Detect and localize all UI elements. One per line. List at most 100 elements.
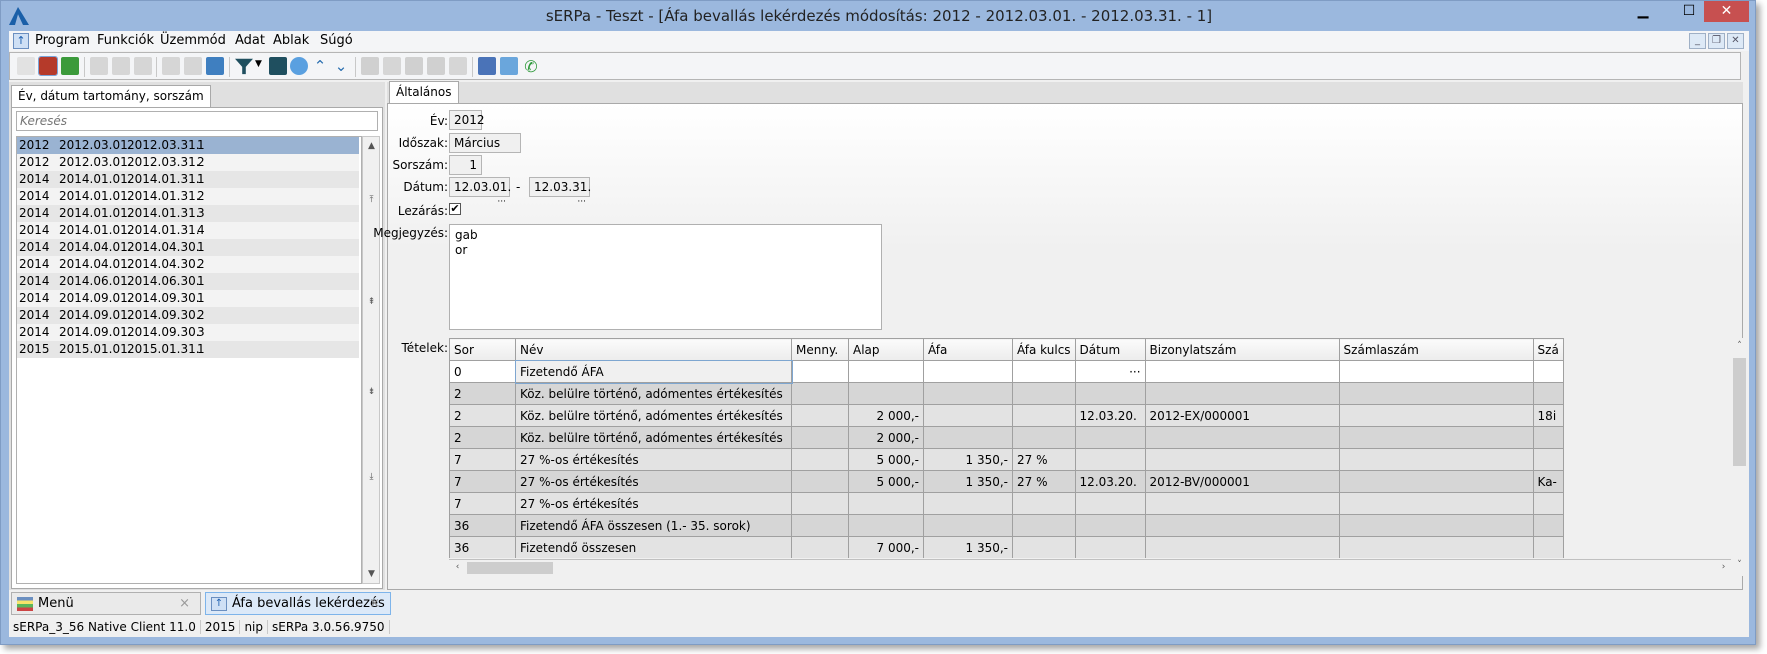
table-cell[interactable]: 12.03.20.: [1074, 470, 1146, 493]
refresh-icon[interactable]: [61, 57, 79, 75]
table-cell[interactable]: Fizetendő összesen: [515, 536, 792, 558]
list-item[interactable]: 2015 2015.01.01. 2015.01.31. 1: [17, 341, 359, 358]
calculator-icon[interactable]: [478, 57, 496, 75]
table-row[interactable]: 36 Fizetendő összesen 7 000,- 1 350,-: [449, 536, 1564, 558]
table-cell[interactable]: [1532, 382, 1564, 405]
table-cell[interactable]: [1338, 536, 1534, 558]
scroll-right-icon[interactable]: ›: [1715, 562, 1732, 572]
print-icon[interactable]: [90, 57, 108, 75]
menu-sugo[interactable]: Súgó: [320, 33, 353, 48]
date-picker-button[interactable]: ···: [497, 195, 506, 210]
menu-ablak[interactable]: Ablak: [273, 33, 309, 48]
table-cell[interactable]: Köz. belülre történő, adómentes értékesí…: [515, 426, 792, 449]
table-cell[interactable]: [791, 360, 849, 383]
table-cell[interactable]: 27 %-os értékesítés: [515, 470, 792, 493]
table-cell[interactable]: [1074, 536, 1146, 558]
column-header[interactable]: Menny.: [791, 338, 849, 361]
move-left-icon[interactable]: [405, 57, 423, 75]
list-item[interactable]: 2012 2012.03.01. 2012.03.31. 2: [17, 154, 359, 171]
mdi-close-button[interactable]: ✕: [1727, 33, 1744, 49]
table-row[interactable]: 2 Köz. belülre történő, adómentes értékes…: [449, 404, 1564, 427]
table-cell[interactable]: [1532, 360, 1564, 383]
table-cell[interactable]: [1338, 360, 1534, 383]
mdi-minimize-button[interactable]: _: [1689, 33, 1706, 49]
close-icon[interactable]: ×: [369, 593, 380, 614]
lezaras-checkbox[interactable]: ✔: [449, 203, 461, 215]
scroll-down-icon[interactable]: ˅: [1731, 560, 1748, 570]
table-cell[interactable]: [791, 404, 849, 427]
close-icon[interactable]: ×: [179, 593, 190, 614]
table-cell[interactable]: 18i: [1532, 404, 1564, 427]
menu-uzemmod[interactable]: Üzemmód: [160, 33, 226, 48]
table-cell[interactable]: [1144, 448, 1340, 471]
table-row[interactable]: 7 27 %-os értékesítés 5 000,- 1 350,- 27 % 12…: [449, 470, 1564, 493]
list-item[interactable]: 2014 2014.04.01. 2014.04.30. 2: [17, 256, 359, 273]
table-cell[interactable]: [1338, 426, 1534, 449]
mail-icon[interactable]: [500, 57, 518, 75]
table-cell[interactable]: [1012, 514, 1076, 537]
table-cell[interactable]: [791, 514, 849, 537]
list-item[interactable]: 2014 2014.09.01. 2014.09.30. 2: [17, 307, 359, 324]
list-item[interactable]: 2014 2014.01.01. 2014.01.31. 3: [17, 205, 359, 222]
column-header[interactable]: Áfa: [923, 338, 1013, 361]
table-cell[interactable]: [791, 382, 849, 405]
filter-dropdown-icon[interactable]: ▼: [255, 59, 262, 69]
table-cell[interactable]: Köz. belülre történő, adómentes értékesí…: [515, 404, 792, 427]
menu-adat[interactable]: Adat: [235, 33, 265, 48]
table-cell[interactable]: [1338, 404, 1534, 427]
new-icon[interactable]: [17, 57, 35, 75]
vertical-scroll-thumb[interactable]: [1733, 358, 1746, 466]
table-cell[interactable]: [1338, 514, 1534, 537]
list-item[interactable]: 2014 2014.01.01. 2014.01.31. 1: [17, 171, 359, 188]
table-cell[interactable]: [923, 404, 1013, 427]
table-cell[interactable]: [1012, 536, 1076, 558]
scroll-left-icon[interactable]: ‹: [449, 562, 466, 572]
move-right-icon[interactable]: [427, 57, 445, 75]
chevron-down-icon[interactable]: ⌄: [332, 57, 350, 75]
window-tab-afa-bevallas[interactable]: ↑ Áfa bevallás lekérdezés ×: [205, 592, 391, 615]
sorszam-field[interactable]: 1: [449, 155, 482, 175]
table-cell[interactable]: 27 %-os értékesítés: [515, 492, 792, 515]
column-header[interactable]: Alap: [848, 338, 924, 361]
table-cell[interactable]: [791, 536, 849, 558]
column-header[interactable]: Bizonylatszám: [1144, 338, 1340, 361]
table-cell[interactable]: [923, 382, 1013, 405]
table-cell[interactable]: [1144, 382, 1340, 405]
menu-funkciok[interactable]: Funkciók: [97, 33, 154, 48]
table-row[interactable]: 7 27 %-os értékesítés 5 000,- 1 350,- 27 %: [449, 448, 1564, 471]
save-icon[interactable]: [162, 57, 180, 75]
vertical-scrollbar[interactable]: ˄ ˅: [1731, 338, 1748, 576]
table-cell[interactable]: Fizetendő ÁFA összesen (1.- 35. sorok): [515, 514, 792, 537]
table-cell[interactable]: [1338, 448, 1534, 471]
horizontal-scroll-thumb[interactable]: [467, 562, 553, 574]
table-cell[interactable]: [1074, 448, 1146, 471]
table-cell[interactable]: 7: [449, 470, 516, 493]
table-row[interactable]: 7 27 %-os értékesítés: [449, 492, 1564, 515]
list-item[interactable]: 2014 2014.01.01. 2014.01.31. 2: [17, 188, 359, 205]
table-cell[interactable]: [791, 492, 849, 515]
table-cell[interactable]: [1144, 536, 1340, 558]
table-cell[interactable]: 27 %: [1012, 448, 1076, 471]
delete-icon[interactable]: [184, 57, 202, 75]
table-cell[interactable]: [923, 514, 1013, 537]
table-cell[interactable]: [1532, 536, 1564, 558]
table-cell[interactable]: 2012-EX/000001: [1144, 404, 1340, 427]
print-settings-icon[interactable]: [112, 57, 130, 75]
table-row[interactable]: 2 Köz. belülre történő, adómentes értékes…: [449, 382, 1564, 405]
table-cell[interactable]: 2: [449, 382, 516, 405]
table-cell[interactable]: 1 350,-: [923, 470, 1013, 493]
table-cell[interactable]: [1012, 404, 1076, 427]
table-cell[interactable]: 36: [449, 536, 516, 558]
table-cell[interactable]: [1074, 492, 1146, 515]
filter-clear-icon[interactable]: [269, 57, 287, 75]
table-cell[interactable]: ···: [1074, 360, 1146, 383]
table-cell[interactable]: [791, 470, 849, 493]
table-cell[interactable]: 7: [449, 492, 516, 515]
table-cell[interactable]: 5 000,-: [848, 448, 924, 471]
table-cell[interactable]: Köz. belülre történő, adómentes értékesí…: [515, 382, 792, 405]
scroll-down-icon[interactable]: ▼: [363, 569, 380, 579]
save-as-icon[interactable]: [206, 57, 224, 75]
list-item[interactable]: 2014 2014.09.01. 2014.09.30. 3: [17, 324, 359, 341]
table-cell[interactable]: Fizetendő ÁFA: [514, 359, 793, 384]
horizontal-scrollbar[interactable]: ‹ ›: [449, 559, 1731, 576]
